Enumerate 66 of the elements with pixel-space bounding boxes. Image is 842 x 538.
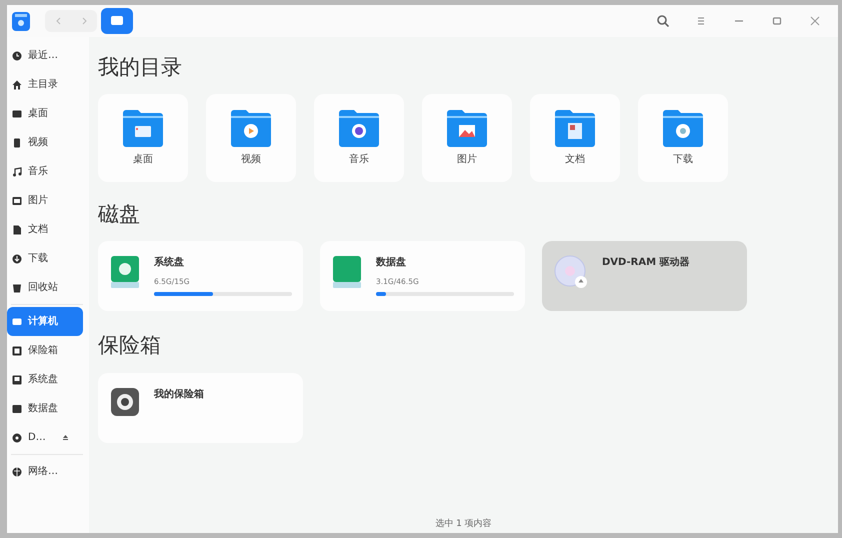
close-icon[interactable] <box>809 15 821 27</box>
sidebar-item[interactable]: 网络… <box>7 457 83 486</box>
clock-icon <box>12 50 22 60</box>
status-text: 选中 1 项内容 <box>435 518 492 528</box>
section-heading: 磁盘 <box>98 202 141 228</box>
disk-name: 数据盘 <box>376 256 407 270</box>
disk-name: 系统盘 <box>154 256 185 270</box>
folder-card[interactable]: 图片 <box>422 94 512 182</box>
folder-label: 视频 <box>241 152 261 168</box>
download-icon <box>12 254 22 264</box>
folder-card[interactable]: 音乐 <box>314 94 404 182</box>
eject-icon[interactable] <box>62 434 69 441</box>
picture-icon <box>12 196 22 206</box>
sidebar-item[interactable]: 视频 <box>7 128 83 157</box>
sidebar-item[interactable]: 回收站 <box>7 273 83 302</box>
folder-label: 图片 <box>457 152 477 168</box>
folder-icon <box>337 109 381 148</box>
folder-card[interactable]: 视频 <box>206 94 296 182</box>
sidebar-item[interactable]: 系统盘 <box>7 365 83 394</box>
search-icon[interactable] <box>657 15 669 27</box>
music-note-icon <box>12 166 22 176</box>
document-icon <box>12 224 22 234</box>
folder-icon <box>553 109 597 148</box>
safe-icon <box>110 386 140 417</box>
sidebar-item[interactable]: 音乐 <box>7 157 83 186</box>
sidebar-item[interactable]: D… <box>7 423 83 452</box>
disk-name: DVD-RAM 驱动器 <box>602 256 690 270</box>
disk-name: 我的保险箱 <box>154 388 204 402</box>
app-logo-icon <box>11 10 31 32</box>
sidebar-item[interactable]: 桌面 <box>7 99 83 128</box>
sidebar-item[interactable]: 文档 <box>7 215 83 244</box>
section-heading: 我的目录 <box>98 55 183 80</box>
folder-icon <box>661 109 705 148</box>
folder-label: 下载 <box>673 152 693 168</box>
disc-icon <box>554 255 588 290</box>
disk-drive-icon <box>332 255 362 290</box>
disk-drive-icon <box>110 255 140 290</box>
folder-card[interactable]: 下载 <box>638 94 728 182</box>
folder-label: 桌面 <box>133 152 153 168</box>
trash-icon <box>12 282 22 292</box>
sidebar-item[interactable]: 计算机 <box>7 307 83 336</box>
section-heading: 保险箱 <box>98 333 162 359</box>
sidebar-item[interactable]: 最近… <box>7 41 83 70</box>
folder-label: 音乐 <box>349 152 369 168</box>
maximize-icon[interactable] <box>771 15 783 27</box>
sidebar-item[interactable]: 图片 <box>7 186 83 215</box>
disk-card[interactable]: DVD-RAM 驱动器 <box>542 241 747 312</box>
sidebar-item[interactable]: 下载 <box>7 244 83 273</box>
folder-icon <box>121 109 165 148</box>
computer-breadcrumb-icon[interactable] <box>101 8 133 34</box>
disk-card[interactable]: 我的保险箱 <box>98 372 303 443</box>
globe-icon <box>12 466 22 476</box>
safe-icon <box>12 346 22 356</box>
sidebar-item[interactable]: 主目录 <box>7 70 83 99</box>
home-icon <box>12 80 22 90</box>
menu-icon[interactable] <box>695 15 707 27</box>
sidebar-item[interactable]: 保险箱 <box>7 336 83 365</box>
folder-label: 文档 <box>565 152 585 168</box>
folder-icon <box>445 109 489 148</box>
monitor-icon <box>12 316 22 326</box>
monitor-icon <box>12 108 22 118</box>
disc-icon <box>12 432 22 442</box>
folder-card[interactable]: 桌面 <box>98 94 188 182</box>
folder-icon <box>229 109 273 148</box>
sidebar-item[interactable]: 数据盘 <box>7 394 83 423</box>
folder-card[interactable]: 文档 <box>530 94 620 182</box>
